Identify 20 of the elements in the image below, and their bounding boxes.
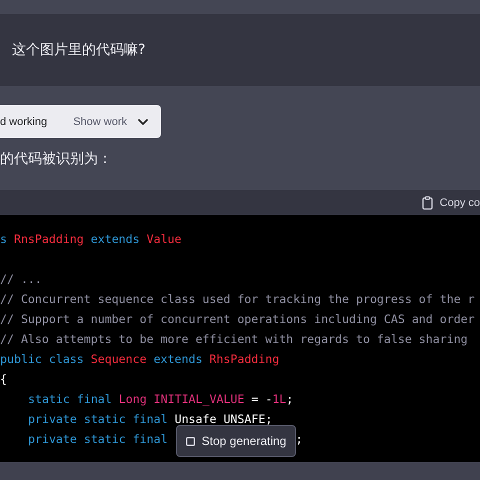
code-comment: // Also attempts to be more efficient with regards to false sharing xyxy=(0,331,468,348)
work-status: d working xyxy=(0,116,48,128)
clipboard-icon xyxy=(422,196,433,210)
show-work-button[interactable]: Show work xyxy=(73,116,149,128)
code-comment: // ... xyxy=(0,271,42,288)
code-line: private static final xyxy=(28,431,168,448)
code-line: ; xyxy=(296,431,303,448)
code-line: { xyxy=(0,371,7,388)
user-message: 这个图片里的代码嘛? xyxy=(12,41,146,59)
stop-icon xyxy=(186,436,195,446)
code-line: private static final Unsafe UNSAFE; xyxy=(28,411,272,428)
chevron-icon xyxy=(137,118,149,126)
code-comment: // Concurrent sequence class used for tracking the progress of the r xyxy=(0,291,475,308)
assistant-intro: 的代码被识别为： xyxy=(0,150,112,168)
copy-code-button[interactable]: Copy co xyxy=(422,196,480,210)
code-line: static final Long INITIAL_VALUE = -1L; xyxy=(28,391,294,408)
stop-generating-button[interactable]: Stop generating xyxy=(176,425,296,457)
code-line: public class Sequence extends RhsPadding xyxy=(0,351,280,368)
code-line: s RnsPadding extends Value xyxy=(0,231,182,248)
code-comment: // Support a number of concurrent operations including CAS and order xyxy=(0,311,475,328)
